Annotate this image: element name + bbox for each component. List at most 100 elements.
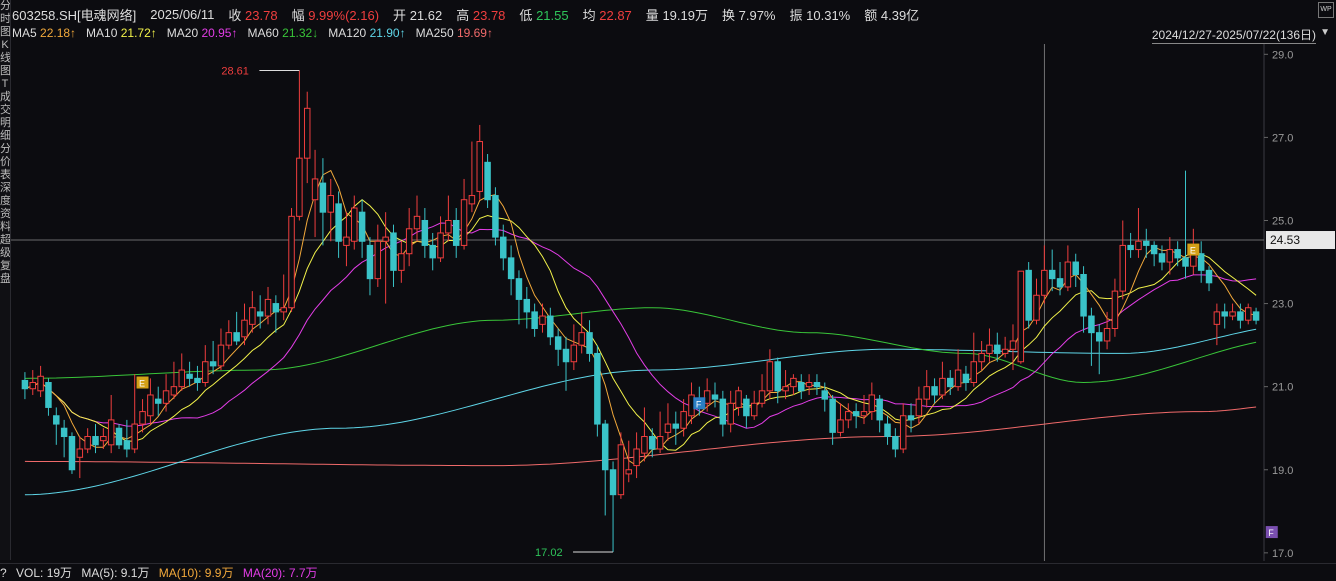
candle-body	[680, 411, 687, 429]
candle-body	[1174, 249, 1181, 259]
y-tick-label: 21.0	[1272, 382, 1293, 394]
left-sidebar: 分时图K线图T成交明细分价表深度资料超级复盘	[0, 0, 11, 560]
candle-body	[1056, 278, 1064, 288]
candle-body	[374, 240, 382, 280]
candle-body	[1072, 261, 1079, 275]
candle-body	[1095, 332, 1103, 342]
candle-body	[382, 236, 389, 242]
sidebar-char[interactable]: 资	[0, 208, 10, 221]
candle-body	[1033, 294, 1040, 321]
ma-legend-item: MA20 20.95↑	[167, 26, 238, 42]
candle-body	[1197, 253, 1205, 271]
candle-body	[1158, 253, 1166, 263]
sidebar-char[interactable]: 时	[0, 13, 10, 26]
candle-body	[876, 398, 883, 421]
sidebar-char[interactable]: 盘	[0, 273, 10, 286]
candle-body	[931, 386, 938, 396]
candle-body	[492, 195, 499, 238]
candle-body	[1064, 261, 1072, 288]
candle-body	[1229, 311, 1236, 317]
amplitude-label: 振	[789, 7, 803, 23]
chevron-down-icon[interactable]: ▼	[1320, 27, 1330, 38]
sidebar-char[interactable]: 线	[0, 52, 10, 65]
sidebar-char[interactable]: 料	[0, 221, 10, 234]
candle-body	[735, 390, 742, 408]
candle-body	[1009, 340, 1017, 350]
avg-stat: 均 22.87	[583, 5, 632, 24]
ma10-line	[24, 199, 1257, 451]
candle-body	[829, 398, 836, 433]
close-label: 收	[228, 7, 242, 23]
close-value: 23.78	[245, 7, 278, 23]
sidebar-char[interactable]: 级	[0, 247, 10, 260]
candle-body	[609, 469, 617, 496]
event-marker-letter: F	[1268, 528, 1274, 538]
candle-body	[523, 298, 531, 313]
high-label: 高	[456, 7, 470, 23]
candle-body	[994, 344, 1001, 354]
candle-body	[617, 444, 625, 496]
candle-body	[194, 377, 201, 384]
sidebar-char[interactable]: 图	[0, 26, 10, 39]
candle-body	[515, 278, 523, 300]
sidebar-char[interactable]: 度	[0, 195, 10, 208]
sidebar-char[interactable]: 价	[0, 156, 10, 169]
candle-body	[578, 332, 585, 346]
candle-body	[649, 436, 656, 450]
candle-body	[460, 199, 468, 246]
candle-body	[860, 411, 868, 417]
candle-body	[37, 375, 44, 392]
candle-body	[1088, 315, 1095, 334]
candle-body	[1111, 290, 1119, 330]
sidebar-char[interactable]: T	[0, 78, 10, 91]
candle-body	[562, 348, 570, 363]
settings-corner-button[interactable]: WP	[1318, 2, 1334, 18]
sidebar-char[interactable]: 深	[0, 182, 10, 195]
candle-body	[954, 369, 962, 388]
ma-name: MA120	[328, 26, 370, 40]
change-label: 幅	[291, 7, 305, 23]
amplitude-value: 10.31%	[806, 7, 851, 23]
candle-body	[750, 402, 758, 417]
candle-body	[1127, 244, 1134, 251]
candle-body	[1237, 311, 1244, 321]
sidebar-char[interactable]: 明	[0, 117, 10, 130]
kline-chart[interactable]: 29.0 27.0 25.0 23.0 21.0 19.0 17.0 24.53 28.61 17…	[11, 44, 1336, 561]
sidebar-char[interactable]: 图	[0, 65, 10, 78]
candle-body	[398, 253, 405, 271]
ma-legend-item: MA120 21.90↑	[328, 26, 405, 42]
candle-body	[264, 298, 272, 317]
volume-indicator-bar: ? VOL: 19万 MA(5): 9.1万 MA(10): 9.9万 MA(2…	[0, 563, 1336, 581]
y-tick-label: 17.0	[1272, 548, 1293, 560]
candle-body	[209, 361, 217, 367]
sidebar-char[interactable]: 成	[0, 91, 10, 104]
sidebar-char[interactable]: 分	[0, 0, 10, 13]
quote-header: 603258.SH[电魂网络] 2025/06/11 收 23.78 幅 9.9…	[12, 4, 1302, 24]
ma-name: MA10	[86, 26, 121, 40]
candle-body	[76, 448, 84, 458]
candle-body	[280, 307, 287, 313]
candle-body	[1221, 311, 1228, 317]
candle-body	[923, 386, 930, 400]
candle-body	[154, 398, 162, 404]
collapse-toggle[interactable]: ?	[0, 566, 7, 580]
ma-value: 22.18↑	[40, 26, 77, 40]
sidebar-char[interactable]: 表	[0, 169, 10, 182]
candle-body	[437, 232, 444, 259]
candle-body	[539, 315, 546, 325]
candle-body	[256, 311, 264, 317]
sidebar-char[interactable]: 复	[0, 260, 10, 273]
candle-body	[507, 257, 515, 280]
candle-body	[429, 244, 436, 259]
candle-body	[351, 207, 358, 242]
candle-body	[743, 398, 750, 417]
y-tick-label: 27.0	[1272, 132, 1293, 144]
sidebar-char[interactable]: 细	[0, 130, 10, 143]
sidebar-char[interactable]: 超	[0, 234, 10, 247]
vol-ma10: MA(10): 9.9万	[158, 566, 234, 580]
sidebar-char[interactable]: 分	[0, 143, 10, 156]
date-range-selector[interactable]: 2024/12/27-2025/07/22(136日)	[1151, 26, 1316, 44]
candle-body	[672, 423, 680, 429]
sidebar-char[interactable]: 交	[0, 104, 10, 117]
sidebar-char[interactable]: K	[0, 39, 10, 52]
